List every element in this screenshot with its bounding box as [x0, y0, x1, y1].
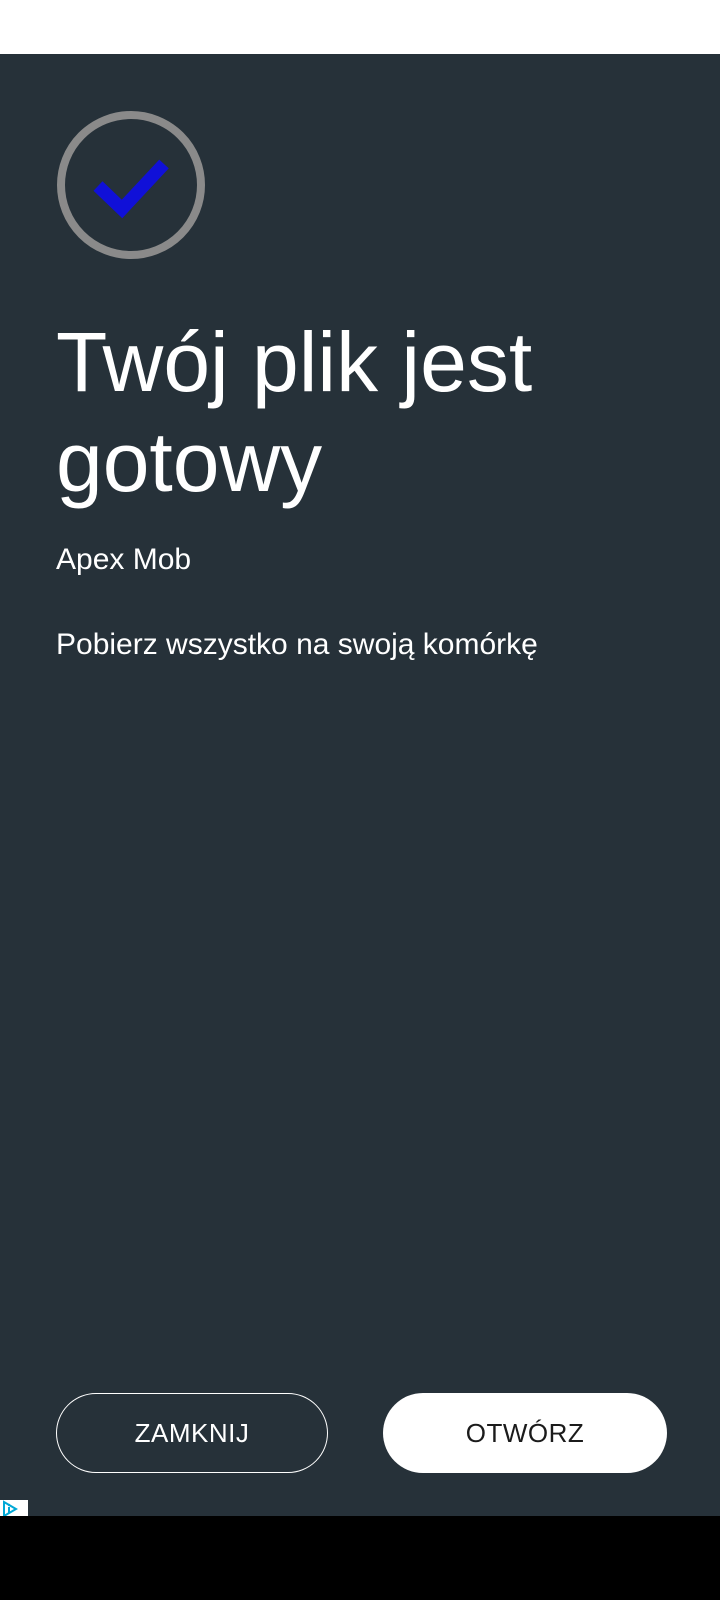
subtitle-text: Pobierz wszystko na swoją komórkę: [56, 628, 538, 661]
status-bar: [0, 0, 720, 54]
close-button[interactable]: ZAMKNIJ: [56, 1393, 328, 1473]
check-circle-icon: [56, 110, 206, 260]
open-button[interactable]: OTWÓRZ: [383, 1393, 667, 1473]
page-title: Twój plik jest gotowy: [56, 315, 533, 509]
app-name-label: Apex Mob: [56, 543, 192, 576]
download-ready-screen: Twój plik jest gotowy Apex Mob Pobierz w…: [0, 0, 720, 1600]
navigation-bar: [0, 1516, 720, 1600]
